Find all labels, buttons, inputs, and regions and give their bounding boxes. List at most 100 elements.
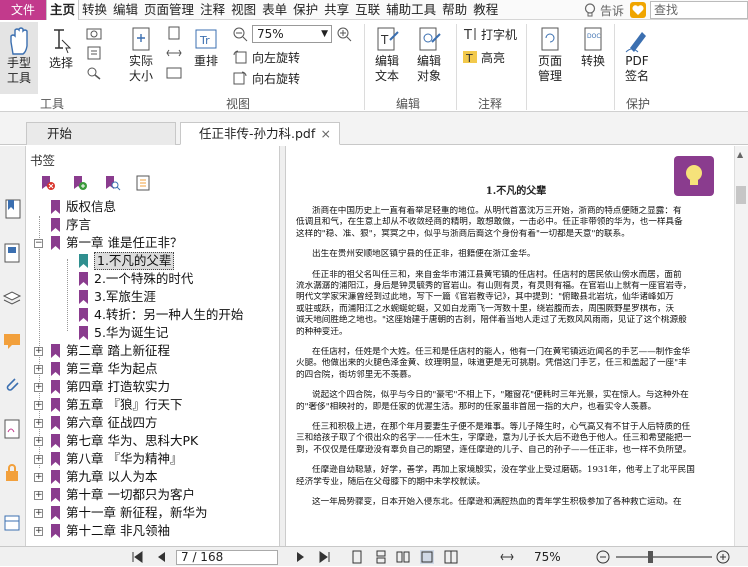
comment-icon[interactable]	[2, 330, 22, 352]
bookmark-item[interactable]: + 第二章 踏上新征程	[26, 342, 279, 360]
collapse-icon[interactable]: −	[34, 239, 43, 248]
menu-home[interactable]: 主页	[46, 0, 80, 20]
signature-panel-icon[interactable]	[2, 418, 22, 440]
hand-tool[interactable]: 手型 工具	[2, 26, 36, 86]
expand-icon[interactable]: +	[34, 401, 43, 410]
search-input[interactable]: 查找	[650, 1, 748, 19]
attachment-icon[interactable]	[2, 374, 22, 396]
expand-icon[interactable]: +	[34, 491, 43, 500]
typewriter-button[interactable]: T 打字机	[462, 26, 517, 43]
bookmark-item[interactable]: − 第一章 谁是任正非？	[26, 234, 279, 252]
facing-view-icon[interactable]	[420, 550, 434, 564]
lock-icon[interactable]	[2, 462, 22, 484]
expand-icon[interactable]: +	[34, 347, 43, 356]
zoom-tool-icon[interactable]	[86, 66, 102, 80]
fit-width-status-icon[interactable]	[500, 550, 514, 564]
reflow-button[interactable]: Tr 重排	[190, 26, 222, 69]
menu-page-manage[interactable]: 页面管理	[141, 0, 197, 20]
bookmark-panel-icon[interactable]	[2, 198, 22, 220]
menu-annotate[interactable]: 注释	[197, 0, 228, 20]
cover-view-icon[interactable]	[444, 550, 458, 564]
zoom-out-status-icon[interactable]	[596, 550, 610, 564]
rotate-left-button[interactable]: 向左旋转	[232, 49, 300, 65]
menu-share[interactable]: 共享	[321, 0, 352, 20]
bookmark-item[interactable]: + 第十一章 新征程，新华为	[26, 504, 279, 522]
single-page-view-icon[interactable]	[350, 550, 364, 564]
menu-tutorial[interactable]: 教程	[470, 0, 501, 20]
two-page-view-icon[interactable]	[396, 550, 410, 564]
bookmark-item[interactable]: 序言	[26, 216, 279, 234]
scrollbar-thumb[interactable]	[736, 186, 746, 204]
structure-icon[interactable]	[2, 512, 22, 534]
scroll-up-icon[interactable]: ▲	[737, 150, 743, 159]
bookmark-item[interactable]: + 第四章 打造软实力	[26, 378, 279, 396]
edit-text-button[interactable]: T 编辑 文本	[370, 26, 404, 84]
zoom-out-icon[interactable]	[232, 26, 248, 42]
zoom-in-icon[interactable]	[336, 26, 352, 42]
zoom-level-select[interactable]: 75% ▼	[252, 25, 332, 43]
menu-protect[interactable]: 保护	[290, 0, 321, 20]
pdf-sign-button[interactable]: PDF 签名	[618, 26, 656, 84]
last-page-icon[interactable]	[318, 550, 332, 564]
find-bookmark-icon[interactable]	[100, 174, 122, 192]
expand-icon[interactable]: +	[34, 509, 43, 518]
clipboard-icon[interactable]	[86, 46, 102, 60]
bookmark-item[interactable]: + 第九章 以人为本	[26, 468, 279, 486]
thumbnails-icon[interactable]	[2, 242, 22, 264]
continuous-view-icon[interactable]	[374, 550, 388, 564]
zoom-slider-thumb[interactable]	[648, 551, 653, 563]
panel-splitter[interactable]	[279, 146, 286, 546]
menu-help[interactable]: 帮助	[439, 0, 470, 20]
bookmark-item[interactable]: 5.华为诞生记	[26, 324, 279, 342]
first-page-icon[interactable]	[130, 550, 144, 564]
previous-page-icon[interactable]	[154, 550, 168, 564]
expand-icon[interactable]: +	[34, 383, 43, 392]
next-page-icon[interactable]	[294, 550, 308, 564]
close-tab-icon[interactable]: ×	[321, 123, 331, 145]
bookmark-item[interactable]: 4.转折：另一种人生的开始	[26, 306, 279, 324]
idea-lightbulb-button[interactable]	[674, 156, 714, 196]
bookmark-item[interactable]: + 第十章 一切都只为客户	[26, 486, 279, 504]
expand-icon[interactable]: +	[34, 365, 43, 374]
tell-me-label[interactable]: 告诉	[600, 2, 624, 19]
tab-document[interactable]: 任正非传-孙力科.pdf ×	[180, 122, 340, 145]
menu-connect[interactable]: 互联	[352, 0, 383, 20]
expand-icon[interactable]: +	[34, 455, 43, 464]
menu-form[interactable]: 表单	[259, 0, 290, 20]
bookmark-item[interactable]: + 第六章 征战四方	[26, 414, 279, 432]
vertical-scrollbar[interactable]: ▲	[734, 146, 748, 546]
bookmark-item[interactable]: 1.不凡的父辈	[26, 252, 279, 270]
bookmark-item[interactable]: + 第五章 『狼』行天下	[26, 396, 279, 414]
add-bookmark-icon[interactable]	[68, 174, 90, 192]
layers-icon[interactable]	[2, 286, 22, 308]
edit-object-button[interactable]: 编辑 对象	[410, 26, 448, 84]
tab-start[interactable]: 开始	[26, 122, 176, 145]
convert-button[interactable]: DOC 转换	[576, 26, 610, 69]
menu-convert[interactable]: 转换	[79, 0, 110, 20]
expand-icon[interactable]: +	[34, 473, 43, 482]
lightbulb-icon[interactable]	[582, 2, 598, 18]
heart-icon[interactable]	[630, 2, 646, 18]
menu-edit[interactable]: 编辑	[110, 0, 141, 20]
page-number-input[interactable]: 7 / 168	[176, 550, 278, 565]
rotate-right-button[interactable]: 向右旋转	[232, 70, 300, 86]
actual-size-button[interactable]: 实际 大小	[124, 26, 158, 84]
zoom-slider-track[interactable]	[616, 556, 712, 558]
bookmark-item[interactable]: + 第八章 『华为精神』	[26, 450, 279, 468]
menu-view[interactable]: 视图	[228, 0, 259, 20]
bookmark-item[interactable]: 版权信息	[26, 198, 279, 216]
select-tool[interactable]: 选择	[46, 26, 76, 71]
bookmark-item[interactable]: + 第十二章 非凡领袖	[26, 522, 279, 540]
delete-bookmark-icon[interactable]	[36, 174, 58, 192]
menu-file[interactable]: 文件	[0, 0, 46, 20]
bookmark-item[interactable]: 3.军旅生涯	[26, 288, 279, 306]
document-view[interactable]: 1.不凡的父辈 浙商在中国历史上一直有着举足轻重的地位。从明代首富沈万三开始，浙…	[286, 146, 748, 546]
bookmark-item[interactable]: + 第三章 华为起点	[26, 360, 279, 378]
bookmark-item[interactable]: + 第七章 华为、思科大PK	[26, 432, 279, 450]
highlight-button[interactable]: T 高亮	[462, 49, 505, 65]
bookmark-item[interactable]: 2.一个特殊的时代	[26, 270, 279, 288]
camera-icon[interactable]	[86, 26, 102, 40]
menu-accessibility[interactable]: 辅助工具	[383, 0, 439, 20]
zoom-in-status-icon[interactable]	[716, 550, 730, 564]
page-manage-button[interactable]: 页面 管理	[530, 26, 570, 84]
